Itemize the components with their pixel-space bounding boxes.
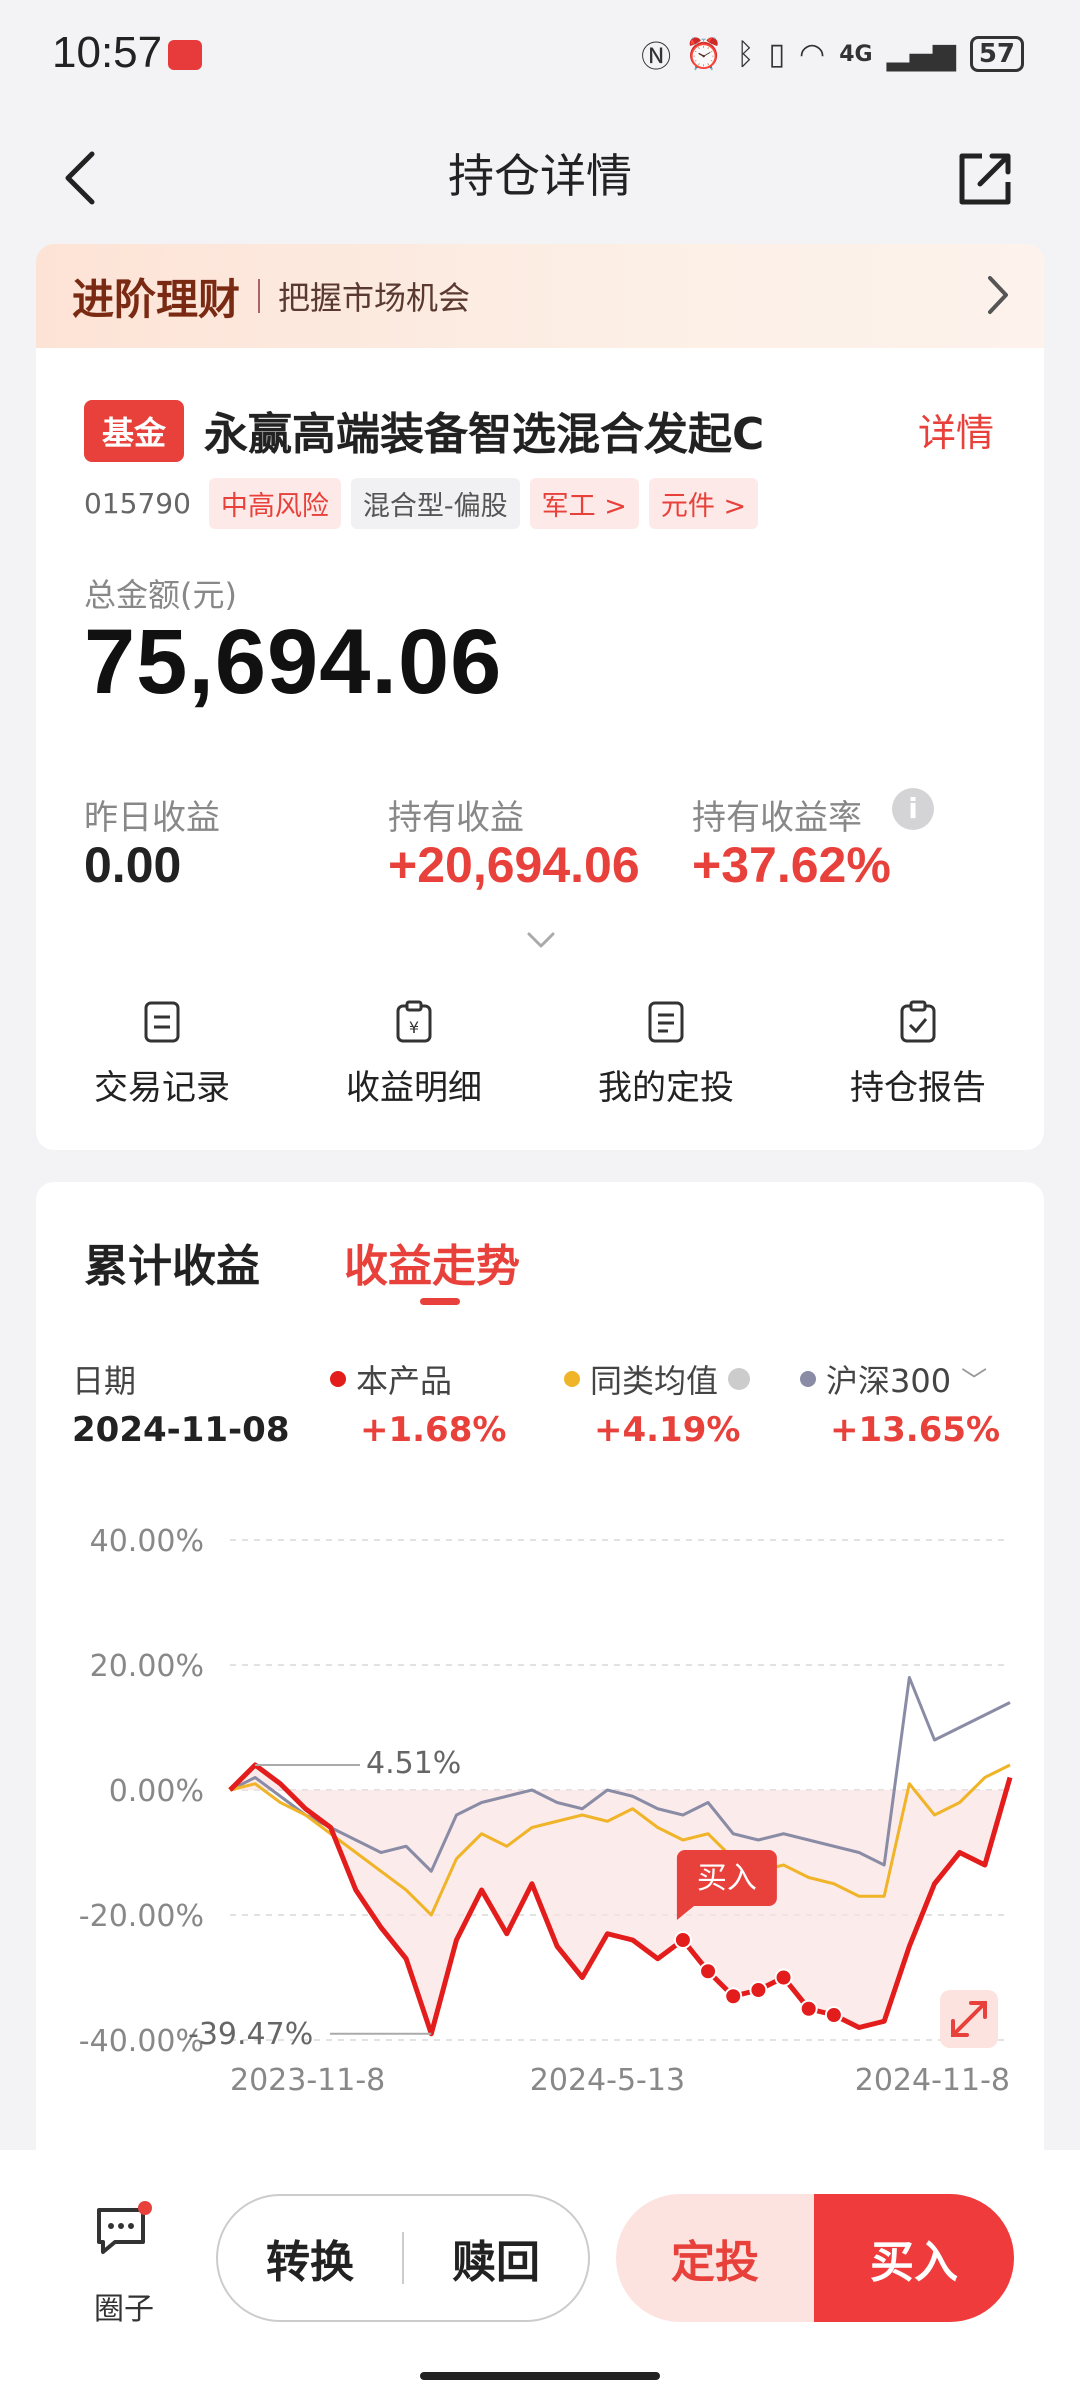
convert-button[interactable]: 转换 [218,2226,402,2290]
tab-income-trend[interactable]: 收益走势 [344,1230,520,1294]
buy-marker [699,1962,718,1981]
fund-type-tag: 基金 [84,400,185,462]
network-type: 4G [839,41,873,67]
sector-chip-components[interactable]: 元件 > [648,478,759,529]
nfc-icon: Ⓝ [641,40,672,75]
promo-banner[interactable]: 进阶理财 把握市场机会 [36,244,1044,348]
holding-report-label: 持仓报告 [850,1068,986,1108]
info-icon[interactable] [728,1368,751,1390]
svg-text:¥: ¥ [409,1018,419,1037]
buy-bubble-label: 买入 [697,1861,757,1896]
legend-dot-peer [564,1371,580,1387]
income-detail-button[interactable]: ¥ 收益明细 [314,1000,514,1109]
promo-divider [258,279,261,313]
legend-peer-value: +4.19% [594,1410,741,1450]
redeem-button[interactable]: 赎回 [404,2226,588,2290]
holding-rate-value: +37.62% [692,837,891,893]
document-icon [648,1001,684,1043]
bluetooth-icon: ᛒ [736,36,755,72]
legend-csi300-value: +13.65% [830,1410,1001,1450]
convert-redeem-group: 转换 赎回 [216,2194,590,2322]
info-icon[interactable]: i [892,788,934,830]
date-label: 日期 [72,1362,137,1400]
date-value: 2024-11-08 [72,1410,290,1450]
holding-rate-label: 持有收益率 [692,798,862,838]
x-tick-label: 2023-11-8 [230,2063,385,2098]
community-label: 圈子 [94,2292,154,2327]
chevron-down-icon[interactable] [526,930,556,950]
trade-records-label: 交易记录 [94,1068,230,1108]
holding-income-value: +20,694.06 [388,837,640,893]
battery-icon: 57 [969,36,1024,72]
promo-title: 进阶理财 [72,274,241,324]
clipboard-yen-icon: ¥ [396,1000,432,1043]
buy-marker [824,2006,843,2024]
legend-csi300-name: 沪深300 [826,1362,952,1400]
alarm-icon: ⏰ [685,36,723,72]
legend-product: 本产品 [330,1356,452,1402]
yesterday-income-value: 0.00 [84,837,182,893]
buy-marker [799,1999,818,2018]
buy-marker [774,1968,793,1987]
income-trend-chart[interactable]: 40.00% 20.00% 0.00% -20.00% -40.00% 2023-11-8… [60,1500,1020,2100]
yesterday-income-label: 昨日收益 [84,798,220,838]
y-tick-label: 20.00% [90,1649,204,1684]
tab-cumulative-income[interactable]: 累计收益 [84,1230,260,1294]
buy-marker [673,1931,692,1949]
legend-dot-product [330,1371,346,1387]
total-amount-value: 75,694.06 [84,611,503,713]
chevron-right-icon [988,276,1008,314]
wifi-icon: ◠ [799,36,826,72]
fund-code: 015790 [84,487,191,520]
y-tick-label: 40.00% [90,1524,204,1559]
clipboard-check-icon [900,1000,936,1043]
legend-peer-average: 同类均值 [564,1356,751,1402]
legend-peer-name: 同类均值 [590,1362,719,1400]
fund-name: 永赢高端装备智选混合发起C [204,409,765,460]
trade-records-button[interactable]: 交易记录 [62,1000,262,1109]
status-icons: Ⓝ ⏰ ᛒ ▯ ◠ 4G ▂▄▆ 57 [641,34,1024,75]
page-title: 持仓详情 [448,149,632,203]
min-annotation: -39.47% [188,2017,313,2052]
holding-report-button[interactable]: 持仓报告 [818,1000,1018,1109]
legend-product-value: +1.68% [360,1410,507,1450]
community-button[interactable] [84,2200,164,2266]
chat-bubble-icon [97,2201,152,2254]
holding-income-label: 持有收益 [388,798,524,838]
buy-button[interactable]: 买入 [814,2194,1014,2322]
fund-meta: 015790 中高风险 混合型-偏股 军工 > 元件 > [84,478,759,529]
sector-chip-military[interactable]: 军工 > [529,478,639,529]
sip-button[interactable]: 定投 [616,2194,814,2322]
x-tick-label: 2024-5-13 [530,2063,685,2098]
type-chip: 混合型-偏股 [350,478,520,529]
buy-marker [724,1987,743,2006]
promo-subtitle: 把握市场机会 [278,279,471,317]
max-annotation: 4.51% [366,1746,461,1781]
buy-marker [749,1981,768,1999]
document-list-icon [144,1001,180,1043]
status-bar: 10:57 Ⓝ ⏰ ᛒ ▯ ◠ 4G ▂▄▆ 57 [0,0,1080,110]
my-sip-button[interactable]: 我的定投 [566,1000,766,1109]
risk-chip: 中高风险 [208,478,341,529]
fund-detail-link[interactable]: 详情 [918,402,994,457]
share-external-icon[interactable] [956,150,1014,208]
x-tick-label: 2024-11-8 [855,2063,1010,2098]
legend-dot-csi300 [800,1371,816,1387]
y-tick-label: -40.00% [79,2024,204,2059]
active-tab-indicator [420,1298,460,1305]
sip-buy-group: 定投 买入 [616,2194,1014,2322]
chevron-down-icon: ﹀ [961,1366,988,1397]
home-indicator [420,2372,660,2380]
signal-icon: ▂▄▆ [886,36,956,72]
legend-product-name: 本产品 [356,1362,453,1400]
y-tick-label: -20.00% [79,1899,204,1934]
income-detail-label: 收益明细 [346,1068,482,1108]
vibrate-icon: ▯ [768,36,786,72]
status-time: 10:57 [52,28,163,77]
y-tick-label: 0.00% [109,1774,204,1809]
my-sip-label: 我的定投 [598,1068,734,1108]
legend-csi300[interactable]: 沪深300 ﹀ [800,1356,987,1402]
notification-app-icon [168,40,202,70]
